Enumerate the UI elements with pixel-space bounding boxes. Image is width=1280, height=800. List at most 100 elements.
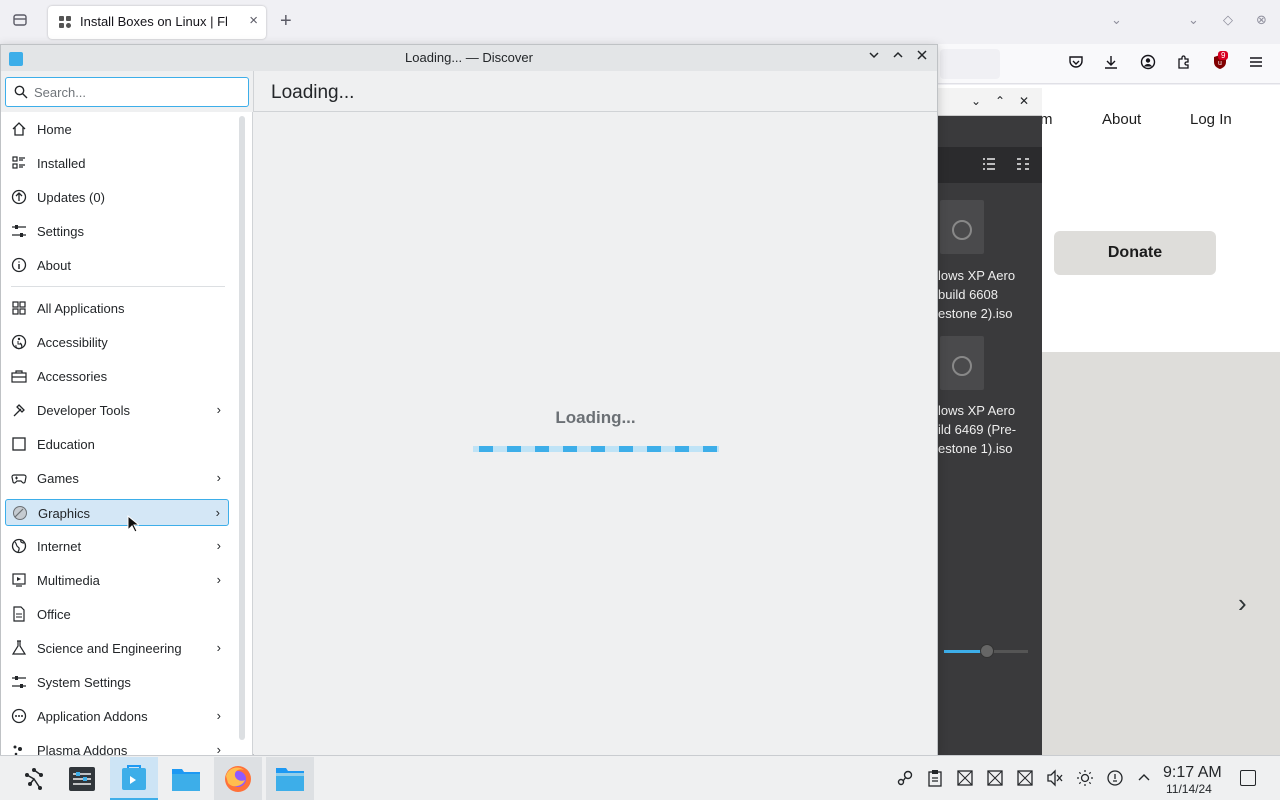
- extensions-icon[interactable]: [1174, 54, 1194, 74]
- search-field[interactable]: [5, 77, 249, 107]
- sidebar-item-label: Plasma Addons: [37, 743, 128, 755]
- download-icon[interactable]: [1101, 54, 1121, 74]
- sidebar-item-about[interactable]: About: [5, 252, 229, 279]
- sidebar-item-accessories[interactable]: Accessories: [5, 363, 229, 390]
- system-monitor-icon[interactable]: [58, 757, 106, 800]
- sidebar-item-science-engineering[interactable]: Science and Engineering ›: [5, 635, 229, 662]
- search-icon: [14, 85, 28, 99]
- minimize-icon[interactable]: ⌄: [1188, 12, 1199, 28]
- loading-progress-bar: [473, 446, 719, 452]
- close-icon[interactable]: ⊗: [1256, 12, 1267, 28]
- sidebar-item-plasma-addons[interactable]: Plasma Addons ›: [5, 737, 229, 755]
- clock-time[interactable]: 9:17 AM: [1163, 764, 1222, 782]
- sidebar-item-home[interactable]: Home: [5, 116, 229, 143]
- chevron-right-icon: ›: [216, 470, 221, 485]
- show-desktop-icon[interactable]: [1240, 770, 1256, 786]
- document-icon: [11, 606, 27, 622]
- discover-icon[interactable]: [110, 757, 158, 800]
- discover-window: Loading... — Discover Loading... Home In…: [0, 44, 938, 755]
- close-button[interactable]: [913, 48, 931, 66]
- sidebar-item-installed[interactable]: Installed: [5, 150, 229, 177]
- flathub-favicon-icon: [59, 16, 71, 28]
- graphics-icon: [12, 505, 28, 521]
- fm-minimize-icon[interactable]: ⌄: [971, 94, 981, 108]
- zoom-slider-handle[interactable]: [980, 644, 994, 658]
- sidebar-item-application-addons[interactable]: Application Addons ›: [5, 703, 229, 730]
- new-tab-button[interactable]: +: [280, 10, 292, 33]
- sidebar-scrollbar[interactable]: [239, 116, 245, 740]
- sidebar-item-multimedia[interactable]: Multimedia ›: [5, 567, 229, 594]
- compact-view-icon[interactable]: [1015, 156, 1031, 175]
- file-name[interactable]: lows XP Aero build 6608 estone 2).iso: [938, 266, 1038, 323]
- chevron-right-icon: ›: [216, 708, 221, 723]
- sidebar-item-label: Office: [37, 607, 71, 622]
- discover-titlebar: Loading... — Discover: [1, 45, 937, 71]
- screen-tray-icon-3[interactable]: [1016, 769, 1034, 787]
- site-nav-login[interactable]: Log In: [1190, 111, 1232, 128]
- iso-file-icon[interactable]: [940, 336, 984, 390]
- minimize-button[interactable]: [865, 48, 883, 66]
- maximize-icon[interactable]: ◇: [1223, 12, 1233, 28]
- chevron-right-icon: ›: [215, 505, 220, 520]
- screen-tray-icon-2[interactable]: [986, 769, 1004, 787]
- addons-icon: [11, 708, 27, 724]
- steam-tray-icon[interactable]: [896, 769, 914, 787]
- sidebar-item-label: Accessories: [37, 369, 108, 384]
- sidebar-item-graphics[interactable]: Graphics ›: [5, 499, 229, 526]
- sidebar-item-office[interactable]: Office: [5, 601, 229, 628]
- list-all-tabs-icon[interactable]: ⌄: [1111, 12, 1122, 28]
- loading-label: Loading...: [555, 408, 636, 427]
- details-view-icon[interactable]: [981, 156, 997, 175]
- screen-tray-icon[interactable]: [956, 769, 974, 787]
- tab-close-icon[interactable]: ×: [249, 12, 258, 29]
- sidebar-item-developer-tools[interactable]: Developer Tools ›: [5, 397, 229, 424]
- sidebar-item-internet[interactable]: Internet ›: [5, 533, 229, 560]
- fm-close-icon[interactable]: ✕: [1019, 94, 1029, 108]
- sidebar-item-all-applications[interactable]: All Applications: [5, 295, 229, 322]
- file-manager-icon[interactable]: [266, 757, 314, 800]
- next-slide-icon[interactable]: ›: [1238, 588, 1247, 619]
- sidebar-item-label: Settings: [37, 224, 84, 239]
- clipboard-tray-icon[interactable]: [926, 769, 944, 787]
- pocket-icon[interactable]: [1066, 54, 1086, 74]
- site-nav-about[interactable]: About: [1102, 111, 1141, 128]
- globe-icon: [11, 538, 27, 554]
- sidebar-item-system-settings[interactable]: System Settings: [5, 669, 229, 696]
- iso-file-icon[interactable]: [940, 200, 984, 254]
- education-icon: [11, 436, 27, 452]
- sidebar-item-accessibility[interactable]: Accessibility: [5, 329, 229, 356]
- tab-title: Install Boxes on Linux | Fl: [80, 14, 228, 29]
- dolphin-icon[interactable]: [162, 757, 210, 800]
- tab-list-icon[interactable]: [10, 12, 30, 32]
- browser-tab[interactable]: Install Boxes on Linux | Fl ×: [48, 6, 266, 39]
- menu-icon[interactable]: [1246, 54, 1266, 74]
- file-name[interactable]: lows XP Aero ild 6469 (Pre- estone 1).is…: [938, 401, 1038, 458]
- application-launcher-icon[interactable]: [10, 757, 58, 800]
- chevron-right-icon: ›: [216, 742, 221, 755]
- donate-button[interactable]: Donate: [1054, 231, 1216, 275]
- tray-expand-icon[interactable]: [1135, 769, 1153, 787]
- sidebar-item-games[interactable]: Games ›: [5, 465, 229, 492]
- accessibility-icon: [11, 334, 27, 350]
- sidebar-item-updates[interactable]: Updates (0): [5, 184, 229, 211]
- sidebar-item-label: Updates (0): [37, 190, 105, 205]
- search-input[interactable]: [34, 83, 244, 101]
- website-screenshot-area: [1040, 352, 1280, 755]
- sidebar-item-label: System Settings: [37, 675, 131, 690]
- brightness-icon[interactable]: [1076, 769, 1094, 787]
- firefox-icon[interactable]: [214, 757, 262, 800]
- url-bar[interactable]: [940, 49, 1000, 79]
- sidebar-item-settings[interactable]: Settings: [5, 218, 229, 245]
- clock-date[interactable]: 11/14/24: [1166, 782, 1212, 796]
- volume-muted-icon[interactable]: [1046, 769, 1064, 787]
- sidebar-item-education[interactable]: Education: [5, 431, 229, 458]
- account-icon[interactable]: [1138, 54, 1158, 74]
- main-content: Loading...: [254, 112, 937, 755]
- mouse-cursor-icon: [127, 515, 139, 533]
- sidebar-item-label: Science and Engineering: [37, 641, 182, 656]
- sidebar-item-label: All Applications: [37, 301, 125, 316]
- maximize-button[interactable]: [889, 48, 907, 66]
- chevron-right-icon: ›: [216, 640, 221, 655]
- power-management-icon[interactable]: [1106, 769, 1124, 787]
- fm-maximize-icon[interactable]: ⌃: [995, 94, 1005, 108]
